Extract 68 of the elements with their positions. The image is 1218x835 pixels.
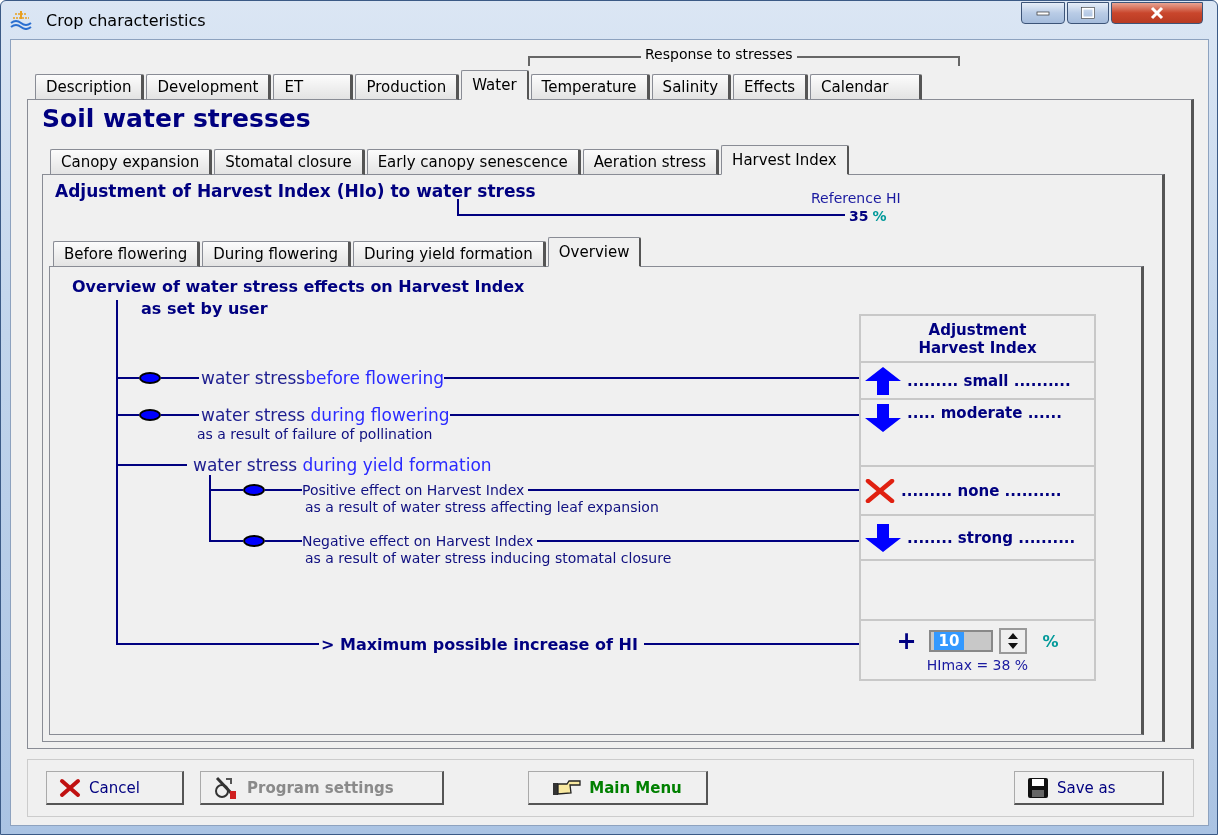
tab[interactable]: Effects <box>733 74 809 100</box>
spin-buttons[interactable] <box>998 628 1027 654</box>
window-title: Crop characteristics <box>46 10 206 30</box>
adjustment-label: ......... small .......... <box>907 371 1071 390</box>
maximize-button[interactable] <box>1067 2 1109 24</box>
close-icon <box>1149 6 1165 20</box>
adjustment-label: ......... none .......... <box>901 481 1062 500</box>
section-heading: Adjustment of Harvest Index (HIo) to water stress <box>55 181 536 201</box>
down-arrow-icon <box>865 523 901 552</box>
max-increase-label: > Maximum possible increase of HI <box>321 634 638 654</box>
adjustment-label: ........ strong .......... <box>907 528 1076 547</box>
stage-label: water stress during yield formation <box>193 455 492 475</box>
tab[interactable]: Salinity <box>651 74 732 100</box>
tab[interactable]: Early canopy senescence <box>366 149 581 175</box>
tab[interactable]: Aeration stress <box>582 149 720 175</box>
tab[interactable]: Development <box>146 74 272 100</box>
tab[interactable]: Description <box>35 74 145 100</box>
unit-label: % <box>872 208 887 224</box>
save-button[interactable]: Save as <box>1014 771 1164 805</box>
effect-label: Negative effect on Harvest Index <box>302 533 534 549</box>
tab[interactable]: Overview <box>547 237 642 267</box>
cancel-button[interactable]: Cancel <box>46 771 184 805</box>
table-header: Adjustment <box>927 320 1028 339</box>
effect-note: as a result of water stress affecting leaf expansion <box>305 499 659 515</box>
adjustment-label: ..... moderate ...... <box>907 404 1062 422</box>
reference-hi-value: 35 <box>849 208 869 224</box>
stage-label: water stressbefore flowering <box>201 368 445 388</box>
up-arrow-icon <box>865 366 901 395</box>
up-down-arrows-icon <box>1006 632 1019 650</box>
overview-subtitle: as set by user <box>141 299 268 318</box>
close-button[interactable] <box>1111 2 1203 24</box>
cross-icon <box>865 478 895 503</box>
plus-sign: + <box>896 627 917 655</box>
tab[interactable]: Canopy expansion <box>50 149 213 175</box>
tab[interactable]: Before flowering <box>53 241 201 267</box>
maximize-icon <box>1081 7 1095 19</box>
stage-note: as a result of failure of pollination <box>197 426 433 442</box>
minimize-icon <box>1036 10 1050 16</box>
reference-hi-label: Reference HI <box>811 190 901 206</box>
node-dot <box>139 409 161 421</box>
stage-label: water stress during flowering <box>201 405 450 425</box>
effect-note: as a result of water stress inducing stomatal closure <box>305 550 672 566</box>
tab[interactable]: Production <box>355 74 460 100</box>
tab[interactable]: ET <box>273 74 354 100</box>
effect-label: Positive effect on Harvest Index <box>302 482 525 498</box>
node-dot <box>139 372 161 384</box>
unit-label: % <box>1042 631 1059 651</box>
tools-icon <box>213 774 239 801</box>
down-arrow-icon <box>865 404 901 432</box>
pointing-hand-icon <box>553 778 582 797</box>
overview-title: Overview of water stress effects on Harvest Index <box>72 277 525 296</box>
tab[interactable]: During flowering <box>202 241 351 267</box>
tab[interactable]: Calendar <box>810 74 923 100</box>
table-header: Harvest Index <box>917 338 1038 357</box>
group-label: Response to stresses <box>641 46 797 62</box>
tab[interactable]: Temperature <box>530 74 650 100</box>
tab[interactable]: Water <box>461 70 529 100</box>
minimize-button[interactable] <box>1021 2 1065 24</box>
cross-icon <box>59 777 81 798</box>
tab[interactable]: Harvest Index <box>721 145 849 175</box>
tab[interactable]: Stomatal closure <box>214 149 365 175</box>
section-title: Soil water stresses <box>42 104 312 133</box>
main-menu-button[interactable]: Main Menu <box>528 771 708 805</box>
node-dot <box>243 484 265 496</box>
tab[interactable]: During yield formation <box>353 241 546 267</box>
himax-label: HImax = 38 % <box>926 657 1029 673</box>
node-dot <box>243 535 265 547</box>
app-logo-icon <box>10 10 32 30</box>
